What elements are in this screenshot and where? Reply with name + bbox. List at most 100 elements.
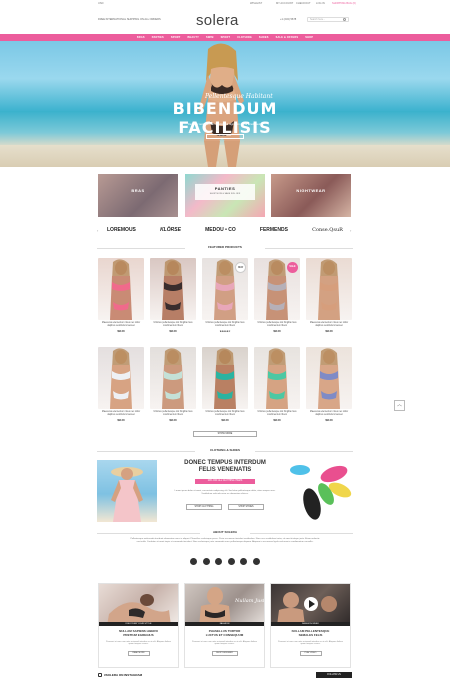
nav-item-shoes[interactable]: SHOES	[259, 36, 269, 39]
promo-title: DONEC TEMPUS INTERDUM FELIS VENENATIS	[184, 460, 266, 473]
promo-image-clothing	[97, 460, 157, 522]
about-text: Pellentesque malesuada tincidunt element…	[130, 538, 320, 543]
product-image[interactable]	[98, 347, 144, 409]
product-image[interactable]	[306, 347, 352, 409]
product-price: ★★★★☆	[219, 330, 231, 333]
top-bar: USD WISHLIST MY ACCOUNT CHECKOUT LOG IN …	[0, 0, 450, 8]
product-price: $90.00	[325, 330, 333, 333]
promo-section-title: CLOTHING & SHOES	[195, 448, 255, 452]
google-plus-icon[interactable]	[252, 558, 260, 565]
instagram-icon[interactable]	[227, 558, 235, 565]
blog-excerpt: Praesent ut nunc non ante euismod interd…	[192, 640, 257, 646]
blog-category: DISCOVER YOUR STYLE	[99, 622, 178, 626]
product-name[interactable]: Maecenas elementum risus nec dolor dapib…	[98, 411, 144, 417]
brand-logo[interactable]: FERMENDS	[260, 227, 288, 233]
phone-number: +1 (234) 5678	[280, 18, 297, 21]
product-badge: SALE	[287, 262, 298, 273]
topbar-link-account[interactable]: MY ACCOUNT	[276, 2, 293, 5]
product-price: $90.00	[273, 330, 281, 333]
youtube-icon[interactable]	[240, 558, 248, 565]
cart-link[interactable]: SHOPPING BAG (0)	[332, 2, 356, 5]
blog-card[interactable]: FASHION WEEK NULLAM PELLENTESQUE SEMALES…	[270, 583, 351, 668]
nav-item-beauty[interactable]: BEAUTY	[187, 36, 198, 39]
product-price: $90.00	[117, 330, 125, 333]
shop-shoes-button[interactable]: SHOP SHOES	[228, 504, 264, 510]
blog-title: NULLAM PELLENTESQUE SEMALES FELIS	[291, 629, 330, 637]
product-image[interactable]	[150, 258, 196, 320]
svg-text:Nullam Justo: Nullam Justo	[234, 598, 264, 604]
logo[interactable]: solera	[196, 12, 239, 29]
nav-item-sale[interactable]: SALE & OFFERS	[276, 36, 299, 39]
currency-flag[interactable]: USD	[98, 2, 103, 5]
banner-panties-label: PANTIES	[214, 186, 236, 191]
banner-nightwear[interactable]: NIGHTWEAR	[271, 174, 351, 217]
promo-image-shoes	[290, 460, 352, 522]
product-name[interactable]: Ultricies pellentesque dui fringilla ris…	[150, 411, 196, 417]
shop-clothing-button[interactable]: SHOP CLOTHING	[186, 504, 222, 510]
nav-item-bras[interactable]: BRAS	[137, 36, 145, 39]
search-icon[interactable]	[343, 18, 346, 21]
topbar-link-login[interactable]: LOG IN	[316, 2, 325, 5]
nav-item-shop[interactable]: SHOP	[305, 36, 313, 39]
banner-bras-label: BRAS	[131, 188, 145, 193]
nav-item-sport[interactable]: SPORT	[171, 36, 181, 39]
blog-excerpt: Praesent ut nunc non ante euismod interd…	[278, 640, 343, 646]
banner-panties[interactable]: PANTIES SHOP NOW & SAVE 30% OFF	[185, 174, 265, 217]
instagram-title: #SOLERA ON INSTAGRAM	[104, 673, 143, 677]
brand-logo[interactable]: KLÖRSE	[160, 227, 181, 233]
product-name[interactable]: Ultricies pellentesque dui fringilla ris…	[150, 322, 196, 328]
blog-card[interactable]: Nullam Justo FASHION PHASELLUS TORTOR LU…	[184, 583, 265, 668]
product-price: $90.00	[273, 419, 281, 422]
brand-logo[interactable]: MEDOU • CO	[205, 227, 236, 233]
blog-category: FASHION WEEK	[271, 622, 350, 626]
banner-bras[interactable]: BRAS	[98, 174, 178, 217]
instagram-follow-button[interactable]: FOLLOW US	[316, 672, 352, 678]
pinterest-icon[interactable]	[215, 558, 223, 565]
social-links	[190, 558, 260, 565]
product-name[interactable]: Maecenas elementum risus nec dolor dapib…	[98, 322, 144, 328]
product-name[interactable]: Ultricies pellentesque dui fringilla ris…	[202, 322, 248, 328]
shipping-notice: FREE INTERNATIONAL SHIPPING ON ALL ORDER…	[98, 18, 161, 21]
main-nav: BRAS PANTIES SPORT BEAUTY SWIM SPORT CLO…	[0, 34, 450, 41]
brand-logo[interactable]: LOREMOUS	[107, 227, 136, 233]
promo-text: Lorem ipsum dolor sit amet, consectetur …	[174, 490, 276, 495]
product-badge: NEW	[235, 262, 246, 273]
hero-shop-button[interactable]: SHOP NOW	[206, 134, 244, 139]
product-image[interactable]	[202, 347, 248, 409]
brand-logo[interactable]: Conse.QsuR	[312, 227, 343, 233]
topbar-link-checkout[interactable]: CHECKOUT	[296, 2, 311, 5]
promo-tag: 20% OFF ALL CLOTHING ITEMS	[195, 479, 255, 484]
topbar-link-wishlist[interactable]: WISHLIST	[250, 2, 262, 5]
blog-read-more-button[interactable]: READ MORE	[127, 651, 150, 657]
blog-title: PHASELLUS TORTOR LUCTUS ET CONSEQUUM	[205, 629, 244, 637]
product-price: $90.00	[221, 419, 229, 422]
nav-item-panties[interactable]: PANTIES	[152, 36, 164, 39]
product-name[interactable]: Maecenas elementum risus nec dolor dapib…	[306, 411, 352, 417]
nav-item-swim[interactable]: SWIM	[206, 36, 214, 39]
instagram-icon	[98, 673, 102, 677]
product-image[interactable]	[254, 347, 300, 409]
banner-panties-sub: SHOP NOW & SAVE 30% OFF	[209, 193, 241, 195]
blog-card[interactable]: DISCOVER YOUR STYLE NULLAM SAPIENS LIBER…	[98, 583, 179, 668]
twitter-icon[interactable]	[202, 558, 210, 565]
product-price: $90.00	[169, 419, 177, 422]
product-name[interactable]: Ultricies pellentesque dui fringilla ris…	[202, 411, 248, 417]
about-title: ABOUT SOLERA	[200, 530, 250, 534]
blog-shop-button[interactable]: SHOP DESIGNER	[211, 651, 238, 657]
scroll-top-icon[interactable]: ︿	[394, 400, 405, 411]
nav-item-clothing[interactable]: CLOTHING	[237, 36, 252, 39]
hero-title: BIBENDUM FACILISIS	[172, 99, 278, 137]
show-more-button[interactable]: SHOW MORE	[193, 431, 257, 437]
facebook-icon[interactable]	[190, 558, 197, 565]
nav-item-sport-2[interactable]: SPORT	[221, 36, 231, 39]
product-image[interactable]	[306, 258, 352, 320]
blog-play-video-button[interactable]: PLAY VIDEO	[299, 651, 322, 657]
product-name[interactable]: Ultricies pellentesque dui fringilla ris…	[254, 411, 300, 417]
product-image[interactable]	[150, 347, 196, 409]
product-name[interactable]: Ultricies pellentesque dui fringilla ris…	[254, 322, 300, 328]
product-name[interactable]: Maecenas elementum risus nec dolor dapib…	[306, 322, 352, 328]
brands-carousel: LOREMOUS KLÖRSE MEDOU • CO FERMENDS Cons…	[97, 224, 353, 235]
blog-title: NULLAM SAPIENS LIBERO PRETIUM EGREGIUS	[119, 629, 158, 637]
product-image[interactable]	[98, 258, 144, 320]
product-price: $90.00	[325, 419, 333, 422]
